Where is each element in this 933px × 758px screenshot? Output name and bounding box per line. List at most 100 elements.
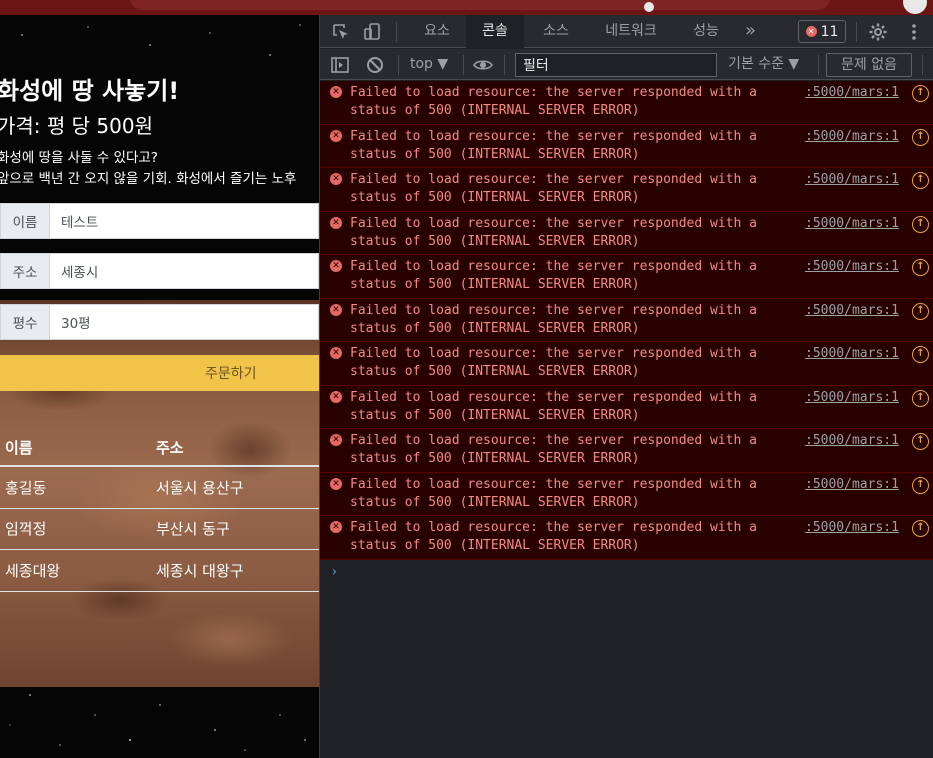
devtools-tab-bar: 요소 콘솔 소스 네트워크 성능 » ✕ 11 — [320, 15, 933, 48]
context-selector[interactable]: top ▼ — [410, 49, 448, 80]
network-request-icon[interactable]: ↑ — [912, 85, 929, 102]
error-source-link[interactable]: :5000/mars:1 — [805, 302, 899, 320]
error-source-link[interactable]: :5000/mars:1 — [805, 215, 899, 233]
address-field-label: 주소 — [1, 254, 50, 288]
error-source-link[interactable]: :5000/mars:1 — [805, 171, 899, 189]
size-field-label: 평수 — [1, 305, 50, 339]
error-source-link[interactable]: :5000/mars:1 — [805, 128, 899, 146]
address-input[interactable] — [50, 254, 318, 288]
table-cell-name: 임꺽정 — [5, 520, 47, 539]
error-source-link[interactable]: :5000/mars:1 — [805, 345, 899, 363]
console-messages: ✕ Failed to load resource: the server res… — [320, 81, 933, 560]
console-error-message: ✕ Failed to load resource: the server res… — [320, 298, 933, 342]
console-error-message: ✕ Failed to load resource: the server res… — [320, 255, 933, 299]
browser-top-bar — [0, 0, 933, 15]
table-row: 홍길동 서울시 용산구 — [0, 467, 319, 509]
table-row: 임꺽정 부산시 동구 — [0, 509, 319, 550]
tab-console[interactable]: 콘솔 — [466, 15, 524, 48]
error-source-link[interactable]: :5000/mars:1 — [805, 84, 899, 102]
clear-console-icon[interactable] — [365, 55, 385, 75]
profile-avatar[interactable] — [903, 0, 927, 14]
network-request-icon[interactable]: ↑ — [912, 215, 929, 233]
gear-icon[interactable] — [868, 22, 888, 42]
error-message-text: Failed to load resource: the server resp… — [350, 215, 765, 249]
order-button[interactable]: 주문하기 — [0, 355, 319, 391]
table-cell-name: 세종대왕 — [5, 561, 61, 580]
description-line-1: 화성에 땅을 사둘 수 있다고? — [0, 150, 158, 166]
table-cell-address: 세종시 대왕구 — [156, 561, 244, 580]
page-title: 화성에 땅 사놓기! — [0, 77, 180, 105]
error-source-link[interactable]: :5000/mars:1 — [805, 432, 899, 450]
size-field-group: 평수 — [0, 304, 319, 340]
error-icon: ✕ — [330, 390, 342, 403]
name-input[interactable] — [50, 204, 318, 238]
more-options-icon[interactable] — [904, 22, 924, 42]
console-prompt[interactable]: › — [330, 564, 338, 580]
console-error-message: ✕ Failed to load resource: the server res… — [320, 342, 933, 386]
tab-network[interactable]: 네트워크 — [590, 15, 672, 48]
error-count: 11 — [820, 23, 839, 40]
error-source-link[interactable]: :5000/mars:1 — [805, 258, 899, 276]
table-header-address: 주소 — [156, 439, 184, 457]
error-count-badge[interactable]: ✕ 11 — [798, 20, 846, 43]
address-bar[interactable] — [130, 0, 830, 10]
more-tabs-button[interactable]: » — [745, 15, 756, 48]
tab-elements[interactable]: 요소 — [408, 15, 466, 48]
error-source-link[interactable]: :5000/mars:1 — [805, 389, 899, 407]
network-request-icon[interactable]: ↑ — [912, 346, 929, 363]
console-error-message: ✕ Failed to load resource: the server res… — [320, 168, 933, 212]
tab-performance[interactable]: 성능 — [680, 15, 732, 48]
inspect-element-icon[interactable] — [331, 22, 351, 42]
network-request-icon[interactable]: ↑ — [912, 476, 929, 494]
error-message-text: Failed to load resource: the server resp… — [350, 172, 765, 205]
network-request-icon[interactable]: ↑ — [912, 389, 929, 407]
network-request-icon[interactable]: ↑ — [912, 433, 929, 450]
name-field-group: 이름 — [0, 203, 319, 239]
separator — [396, 22, 397, 42]
table-cell-name: 홍길동 — [5, 478, 47, 497]
console-error-message: ✕ Failed to load resource: the server res… — [320, 516, 933, 560]
tab-sources[interactable]: 소스 — [526, 15, 586, 48]
console-error-message: ✕ Failed to load resource: the server res… — [320, 472, 933, 516]
console-error-message: ✕ Failed to load resource: the server res… — [320, 124, 933, 168]
error-icon: ✕ — [330, 260, 342, 272]
error-icon: ✕ — [805, 26, 817, 37]
address-field-group: 주소 — [0, 253, 319, 289]
price-text: 가격: 평 당 500원 — [0, 114, 153, 138]
error-icon: ✕ — [330, 173, 342, 185]
sidebar-toggle-icon[interactable] — [330, 55, 350, 75]
separator — [504, 55, 505, 75]
separator — [856, 22, 857, 42]
eye-icon[interactable] — [473, 55, 493, 75]
table-cell-address: 부산시 동구 — [156, 520, 230, 539]
log-level-dropdown[interactable]: 기본 수준 ▼ — [728, 49, 799, 80]
error-icon: ✕ — [330, 86, 342, 98]
network-request-icon[interactable]: ↑ — [912, 259, 929, 276]
table-header-name: 이름 — [5, 439, 33, 457]
separator — [398, 55, 399, 75]
network-request-icon[interactable]: ↑ — [912, 520, 929, 537]
network-request-icon[interactable]: ↑ — [912, 172, 929, 189]
console-error-message: ✕ Failed to load resource: the server res… — [320, 429, 933, 473]
network-request-icon[interactable]: ↑ — [912, 302, 929, 320]
separator — [818, 55, 819, 75]
separator — [463, 55, 464, 75]
error-message-text: Failed to load resource: the server resp… — [350, 476, 765, 510]
error-message-text: Failed to load resource: the server resp… — [350, 433, 765, 466]
error-source-link[interactable]: :5000/mars:1 — [805, 476, 899, 494]
error-icon: ✕ — [330, 129, 342, 142]
extension-icon[interactable] — [644, 2, 654, 12]
name-field-label: 이름 — [1, 204, 50, 238]
table-cell-address: 서울시 용산구 — [156, 478, 244, 497]
filter-input[interactable] — [515, 53, 717, 77]
size-input[interactable] — [50, 305, 318, 339]
web-page: 화성에 땅 사놓기! 가격: 평 당 500원 화성에 땅을 사둘 수 있다고?… — [0, 15, 319, 758]
devtools-panel: 요소 콘솔 소스 네트워크 성능 » ✕ 11 top ▼ 필터 기본 수준 ▼… — [319, 15, 933, 758]
device-toolbar-icon[interactable] — [363, 22, 383, 42]
error-message-text: Failed to load resource: the server resp… — [350, 389, 765, 423]
error-icon: ✕ — [330, 216, 342, 229]
description-line-2: 앞으로 백년 간 오지 않을 기회. 화성에서 즐기는 노후 — [0, 171, 297, 187]
issues-button[interactable]: 문제 없음 — [826, 53, 912, 77]
network-request-icon[interactable]: ↑ — [912, 128, 929, 146]
error-source-link[interactable]: :5000/mars:1 — [805, 519, 899, 537]
